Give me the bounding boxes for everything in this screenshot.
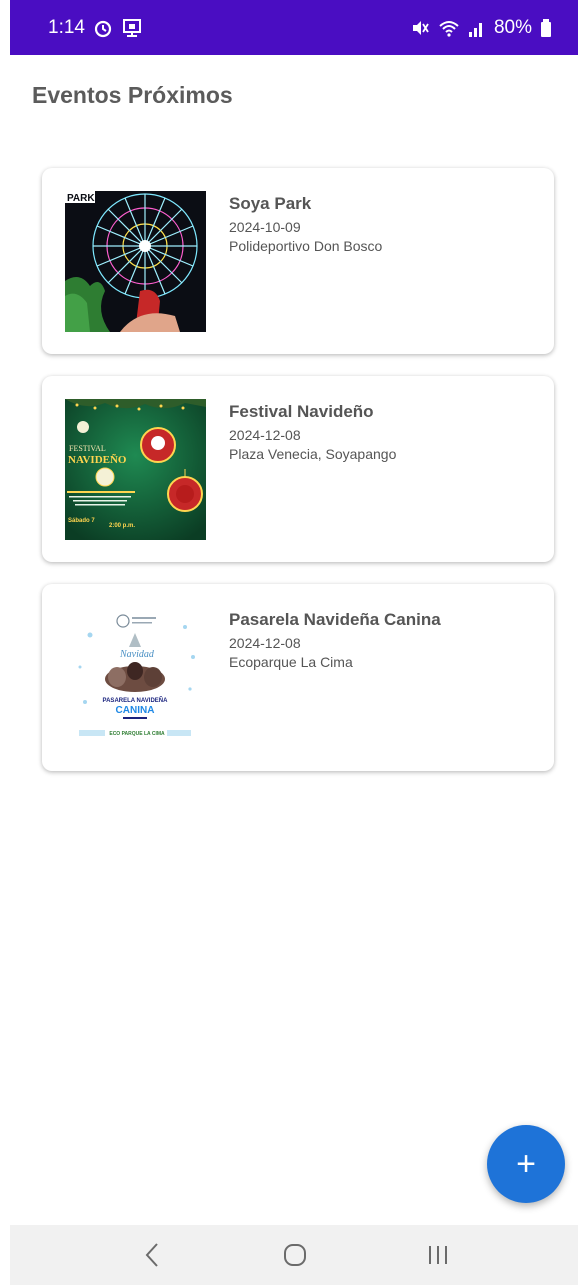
plus-icon: + bbox=[516, 1144, 536, 1183]
status-bar: 1:14 80% bbox=[10, 0, 578, 55]
event-card[interactable]: Navidad PASARELA NAVIDEÑA CANINA ECO PAR… bbox=[42, 584, 554, 771]
back-button[interactable] bbox=[127, 1235, 177, 1275]
event-title: Festival Navideño bbox=[229, 402, 374, 421]
event-info: Pasarela Navideña Canina 2024-12-08 Ecop… bbox=[229, 610, 441, 672]
event-thumbnail: FESTIVAL NAVIDEÑO Sábado 7 2:00 p.m. bbox=[65, 399, 206, 540]
cast-icon bbox=[121, 17, 143, 39]
add-event-button[interactable]: + bbox=[487, 1125, 565, 1203]
status-left: 1:14 bbox=[48, 17, 143, 39]
mute-icon bbox=[410, 18, 430, 38]
event-title: Soya Park bbox=[229, 194, 312, 213]
thumbnail-text: Navidad bbox=[119, 649, 155, 660]
event-card[interactable]: PARK Soya Park 2024-10-09 Polideportivo … bbox=[42, 168, 554, 354]
event-title: Pasarela Navideña Canina bbox=[229, 610, 441, 629]
thumbnail-text: PASARELA NAVIDEÑA bbox=[103, 697, 169, 704]
event-info: Festival Navideño 2024-12-08 Plaza Venec… bbox=[229, 402, 396, 464]
thumbnail-text: ECO PARQUE LA CIMA bbox=[109, 731, 165, 737]
thumbnail-text: CANINA bbox=[116, 705, 155, 716]
home-icon bbox=[283, 1244, 306, 1266]
event-date: 2024-10-09 bbox=[229, 219, 301, 235]
event-date: 2024-12-08 bbox=[229, 635, 301, 651]
event-card[interactable]: FESTIVAL NAVIDEÑO Sábado 7 2:00 p.m. Fes… bbox=[42, 376, 554, 562]
signal-icon bbox=[468, 18, 486, 38]
event-thumbnail: Navidad PASARELA NAVIDEÑA CANINA ECO PAR… bbox=[65, 607, 206, 748]
battery-percent: 80% bbox=[493, 16, 532, 38]
battery-icon bbox=[540, 18, 552, 38]
status-time: 1:14 bbox=[48, 16, 85, 38]
thumbnail-text: NAVIDEÑO bbox=[68, 454, 127, 466]
system-nav-bar bbox=[10, 1225, 578, 1285]
recents-icon bbox=[429, 1246, 448, 1264]
event-place: Ecoparque La Cima bbox=[229, 654, 353, 670]
wifi-icon bbox=[438, 18, 460, 38]
thumbnail-text: Sábado 7 bbox=[68, 518, 95, 524]
event-thumbnail: PARK bbox=[65, 191, 206, 332]
status-right: 80% bbox=[410, 17, 552, 39]
event-list: PARK Soya Park 2024-10-09 Polideportivo … bbox=[42, 168, 554, 793]
alarm-icon bbox=[93, 18, 113, 38]
thumbnail-text: PARK bbox=[67, 193, 95, 204]
event-place: Plaza Venecia, Soyapango bbox=[229, 446, 397, 462]
thumbnail-text: FESTIVAL bbox=[69, 444, 106, 453]
back-icon bbox=[145, 1243, 158, 1267]
home-button[interactable] bbox=[270, 1235, 320, 1275]
event-date: 2024-12-08 bbox=[229, 427, 301, 443]
recents-button[interactable] bbox=[413, 1235, 463, 1275]
page-title: Eventos Próximos bbox=[32, 82, 233, 108]
event-place: Polideportivo Don Bosco bbox=[229, 238, 383, 254]
event-info: Soya Park 2024-10-09 Polideportivo Don B… bbox=[229, 194, 382, 256]
thumbnail-text: 2:00 p.m. bbox=[109, 523, 135, 529]
